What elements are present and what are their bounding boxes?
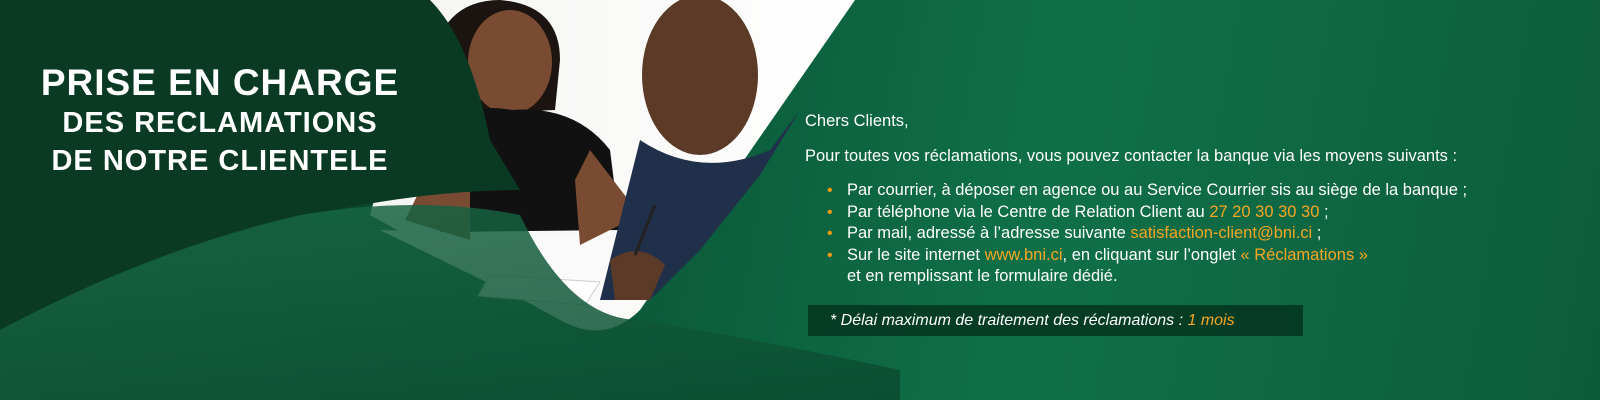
contact-info: Chers Clients, Pour toutes vos réclamati… xyxy=(805,110,1575,288)
list-item-text: Par téléphone via le Centre de Relation … xyxy=(847,202,1210,221)
list-item-text: Par mail, adressé à l’adresse suivante xyxy=(847,224,1131,242)
list-item-mail-post: • Par courrier, à déposer en agence ou a… xyxy=(827,180,1575,202)
delay-note: * Délai maximum de traitement des réclam… xyxy=(808,305,1303,336)
contact-means-list: • Par courrier, à déposer en agence ou a… xyxy=(827,180,1575,288)
list-item-phone: • Par téléphone via le Centre de Relatio… xyxy=(827,202,1575,224)
list-item-middle: , en cliquant sur l’onglet xyxy=(1062,245,1241,264)
list-item-website: • Sur le site internet www.bni.ci, en cl… xyxy=(827,245,1575,288)
list-item-text: Sur le site internet xyxy=(847,245,985,264)
email-link[interactable]: satisfaction-client@bni.ci xyxy=(1130,224,1312,242)
headline-line-3: DE NOTRE CLIENTELE xyxy=(51,145,389,177)
list-item-suffix: ; xyxy=(1312,224,1322,242)
greeting-text: Chers Clients, xyxy=(805,112,909,130)
headline-line-2: DES RECLAMATIONS xyxy=(62,107,378,139)
headline-line-1: PRISE EN CHARGE xyxy=(40,62,400,103)
list-item-line2: et en remplissant le formulaire dédié. xyxy=(847,267,1118,285)
website-link[interactable]: www.bni.ci xyxy=(985,246,1063,264)
list-item-text: Par courrier, à déposer en agence ou au … xyxy=(847,181,1468,199)
list-item-email: • Par mail, adressé à l’adresse suivante… xyxy=(827,223,1575,245)
reclamations-tab-link[interactable]: « Réclamations » xyxy=(1240,246,1367,264)
bullet-icon: • xyxy=(827,225,833,242)
bullet-icon: • xyxy=(827,246,833,264)
list-item-suffix: ; xyxy=(1319,202,1329,221)
intro-text: Pour toutes vos réclamations, vous pouve… xyxy=(805,147,1458,165)
reclamations-banner: PRISE EN CHARGE DES RECLAMATIONS DE NOTR… xyxy=(0,0,1600,400)
phone-number-link[interactable]: 27 20 30 30 30 xyxy=(1209,203,1319,221)
bullet-icon: • xyxy=(827,203,833,221)
page-title: PRISE EN CHARGE DES RECLAMATIONS DE NOTR… xyxy=(30,62,410,180)
bullet-icon: • xyxy=(827,182,833,199)
delay-note-text: * Délai maximum de traitement des réclam… xyxy=(830,312,1188,329)
delay-note-value: 1 mois xyxy=(1187,312,1235,329)
